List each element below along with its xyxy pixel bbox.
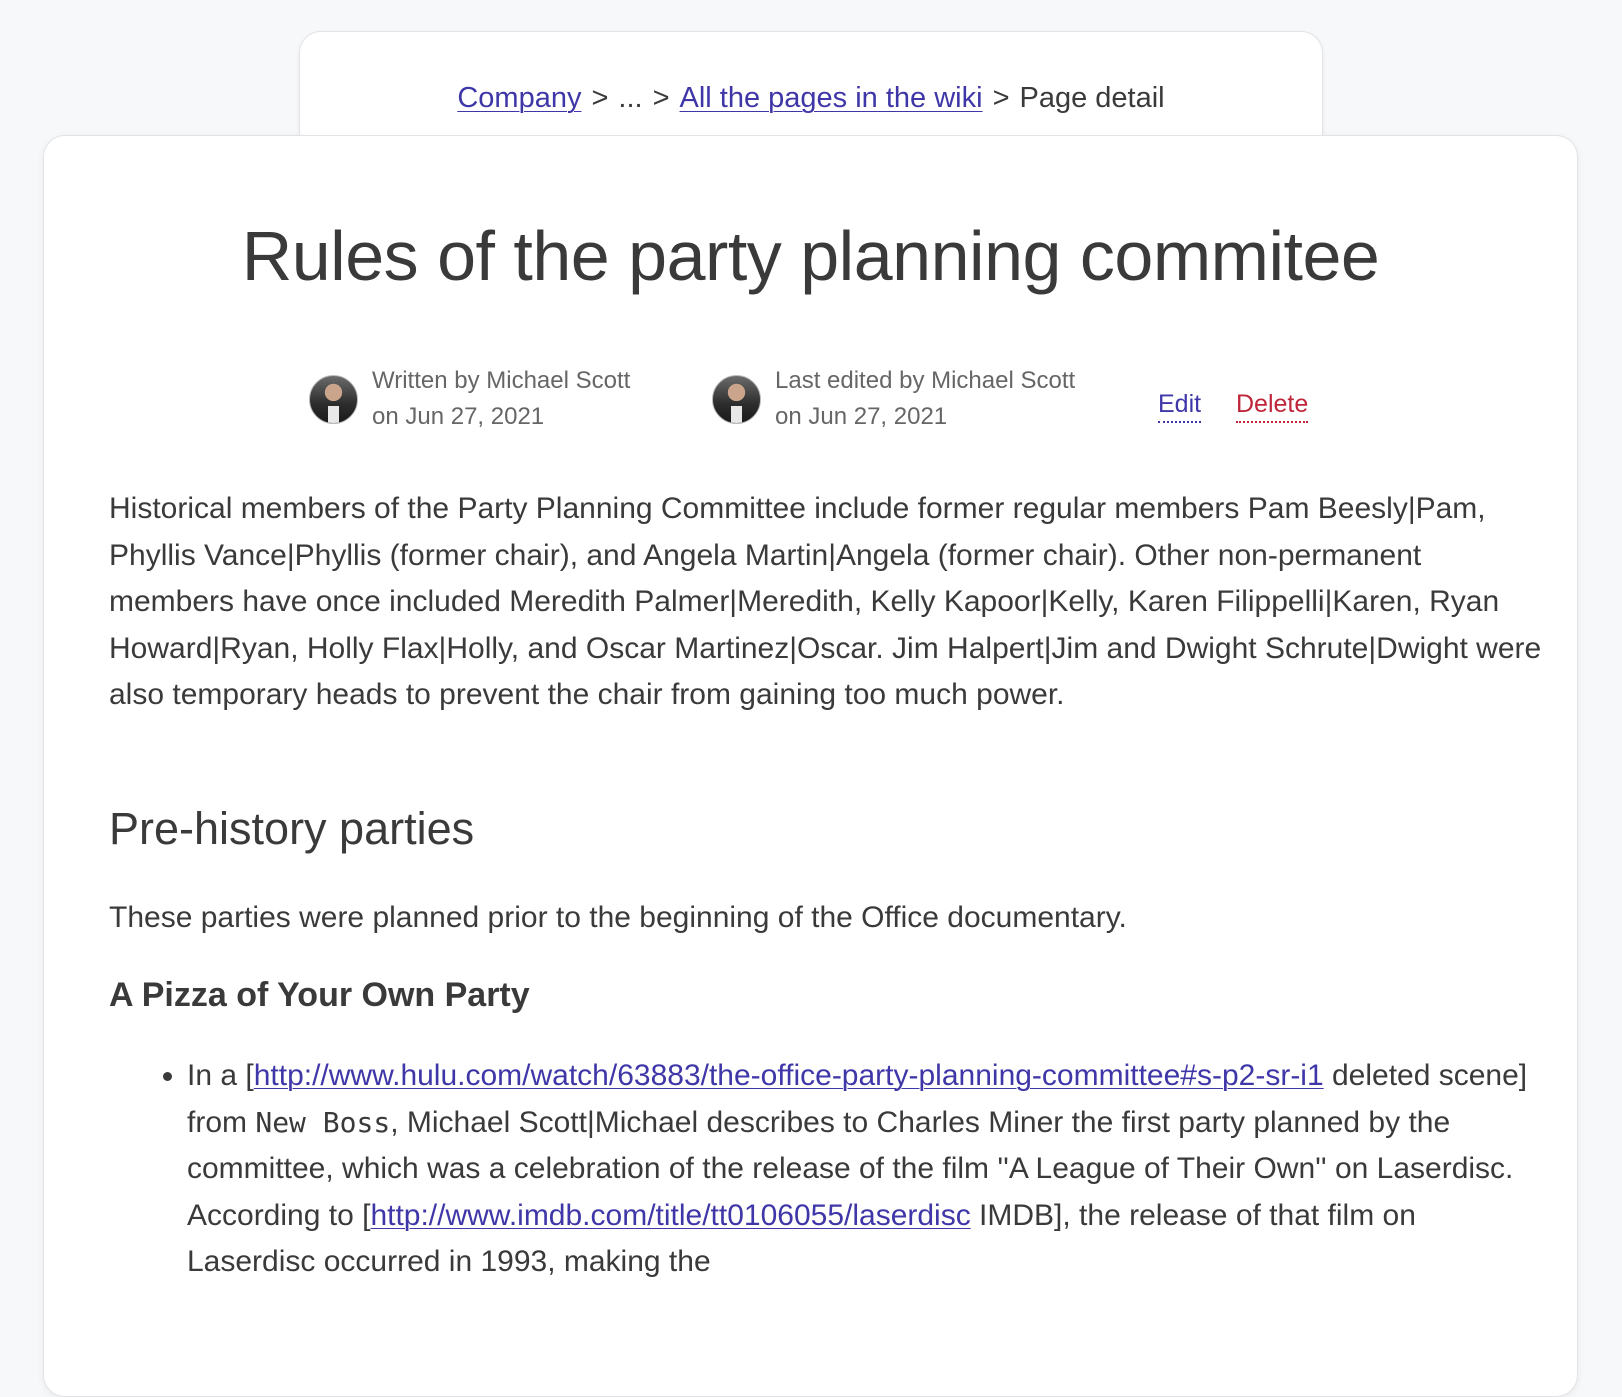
written-by-label: Written by Michael Scott: [372, 367, 631, 394]
edited-date-label: on Jun 27, 2021: [775, 403, 948, 430]
breadcrumb-separator: >: [992, 82, 1010, 114]
bullet-list: In a [http://www.hulu.com/watch/63883/th…: [109, 1053, 1549, 1286]
sub-heading: A Pizza of Your Own Party: [109, 976, 530, 1014]
breadcrumb-current: Page detail: [1019, 82, 1165, 114]
page-title: Rules of the party planning commitee: [241, 217, 1380, 295]
list-item: In a [http://www.hulu.com/watch/63883/th…: [187, 1053, 1549, 1286]
author-meta-text: Written by Michael Scott on Jun 27, 2021: [372, 363, 630, 435]
imdb-link[interactable]: http://www.imdb.com/title/tt0106055/lase…: [370, 1199, 970, 1232]
breadcrumb-separator: >: [591, 82, 609, 114]
breadcrumb-separator: >: [652, 82, 670, 114]
edit-button[interactable]: Edit: [1158, 390, 1202, 423]
editor-meta: Last edited by Michael Scott on Jun 27, …: [712, 363, 1075, 435]
author-avatar: [309, 374, 358, 424]
breadcrumb: Company >... > All the pages in the wiki > Pa…: [300, 82, 1322, 115]
edited-by-label: Last edited by Michael Scott: [775, 367, 1076, 394]
breadcrumb-link-company[interactable]: Company: [457, 82, 581, 114]
section-heading: Pre-history parties: [109, 802, 475, 854]
editor-avatar: [712, 374, 761, 424]
page-card: Rules of the party planning commitee Wri…: [43, 135, 1578, 1397]
delete-button[interactable]: Delete: [1236, 390, 1309, 423]
page-content: Historical members of the Party Planning…: [109, 486, 1549, 1286]
written-date-label: on Jun 27, 2021: [372, 403, 545, 430]
list-item-text: In a [: [187, 1059, 254, 1092]
author-meta: Written by Michael Scott on Jun 27, 2021: [309, 363, 630, 435]
breadcrumb-ellipsis[interactable]: ...: [618, 82, 642, 114]
editor-meta-text: Last edited by Michael Scott on Jun 27, …: [775, 363, 1075, 435]
hulu-link[interactable]: http://www.hulu.com/watch/63883/the-offi…: [254, 1059, 1324, 1092]
section-intro-paragraph: These parties were planned prior to the …: [109, 900, 1127, 934]
episode-code: New Boss: [255, 1105, 391, 1139]
intro-paragraph: Historical members of the Party Planning…: [109, 492, 1542, 711]
breadcrumb-link-all-pages[interactable]: All the pages in the wiki: [680, 82, 983, 114]
